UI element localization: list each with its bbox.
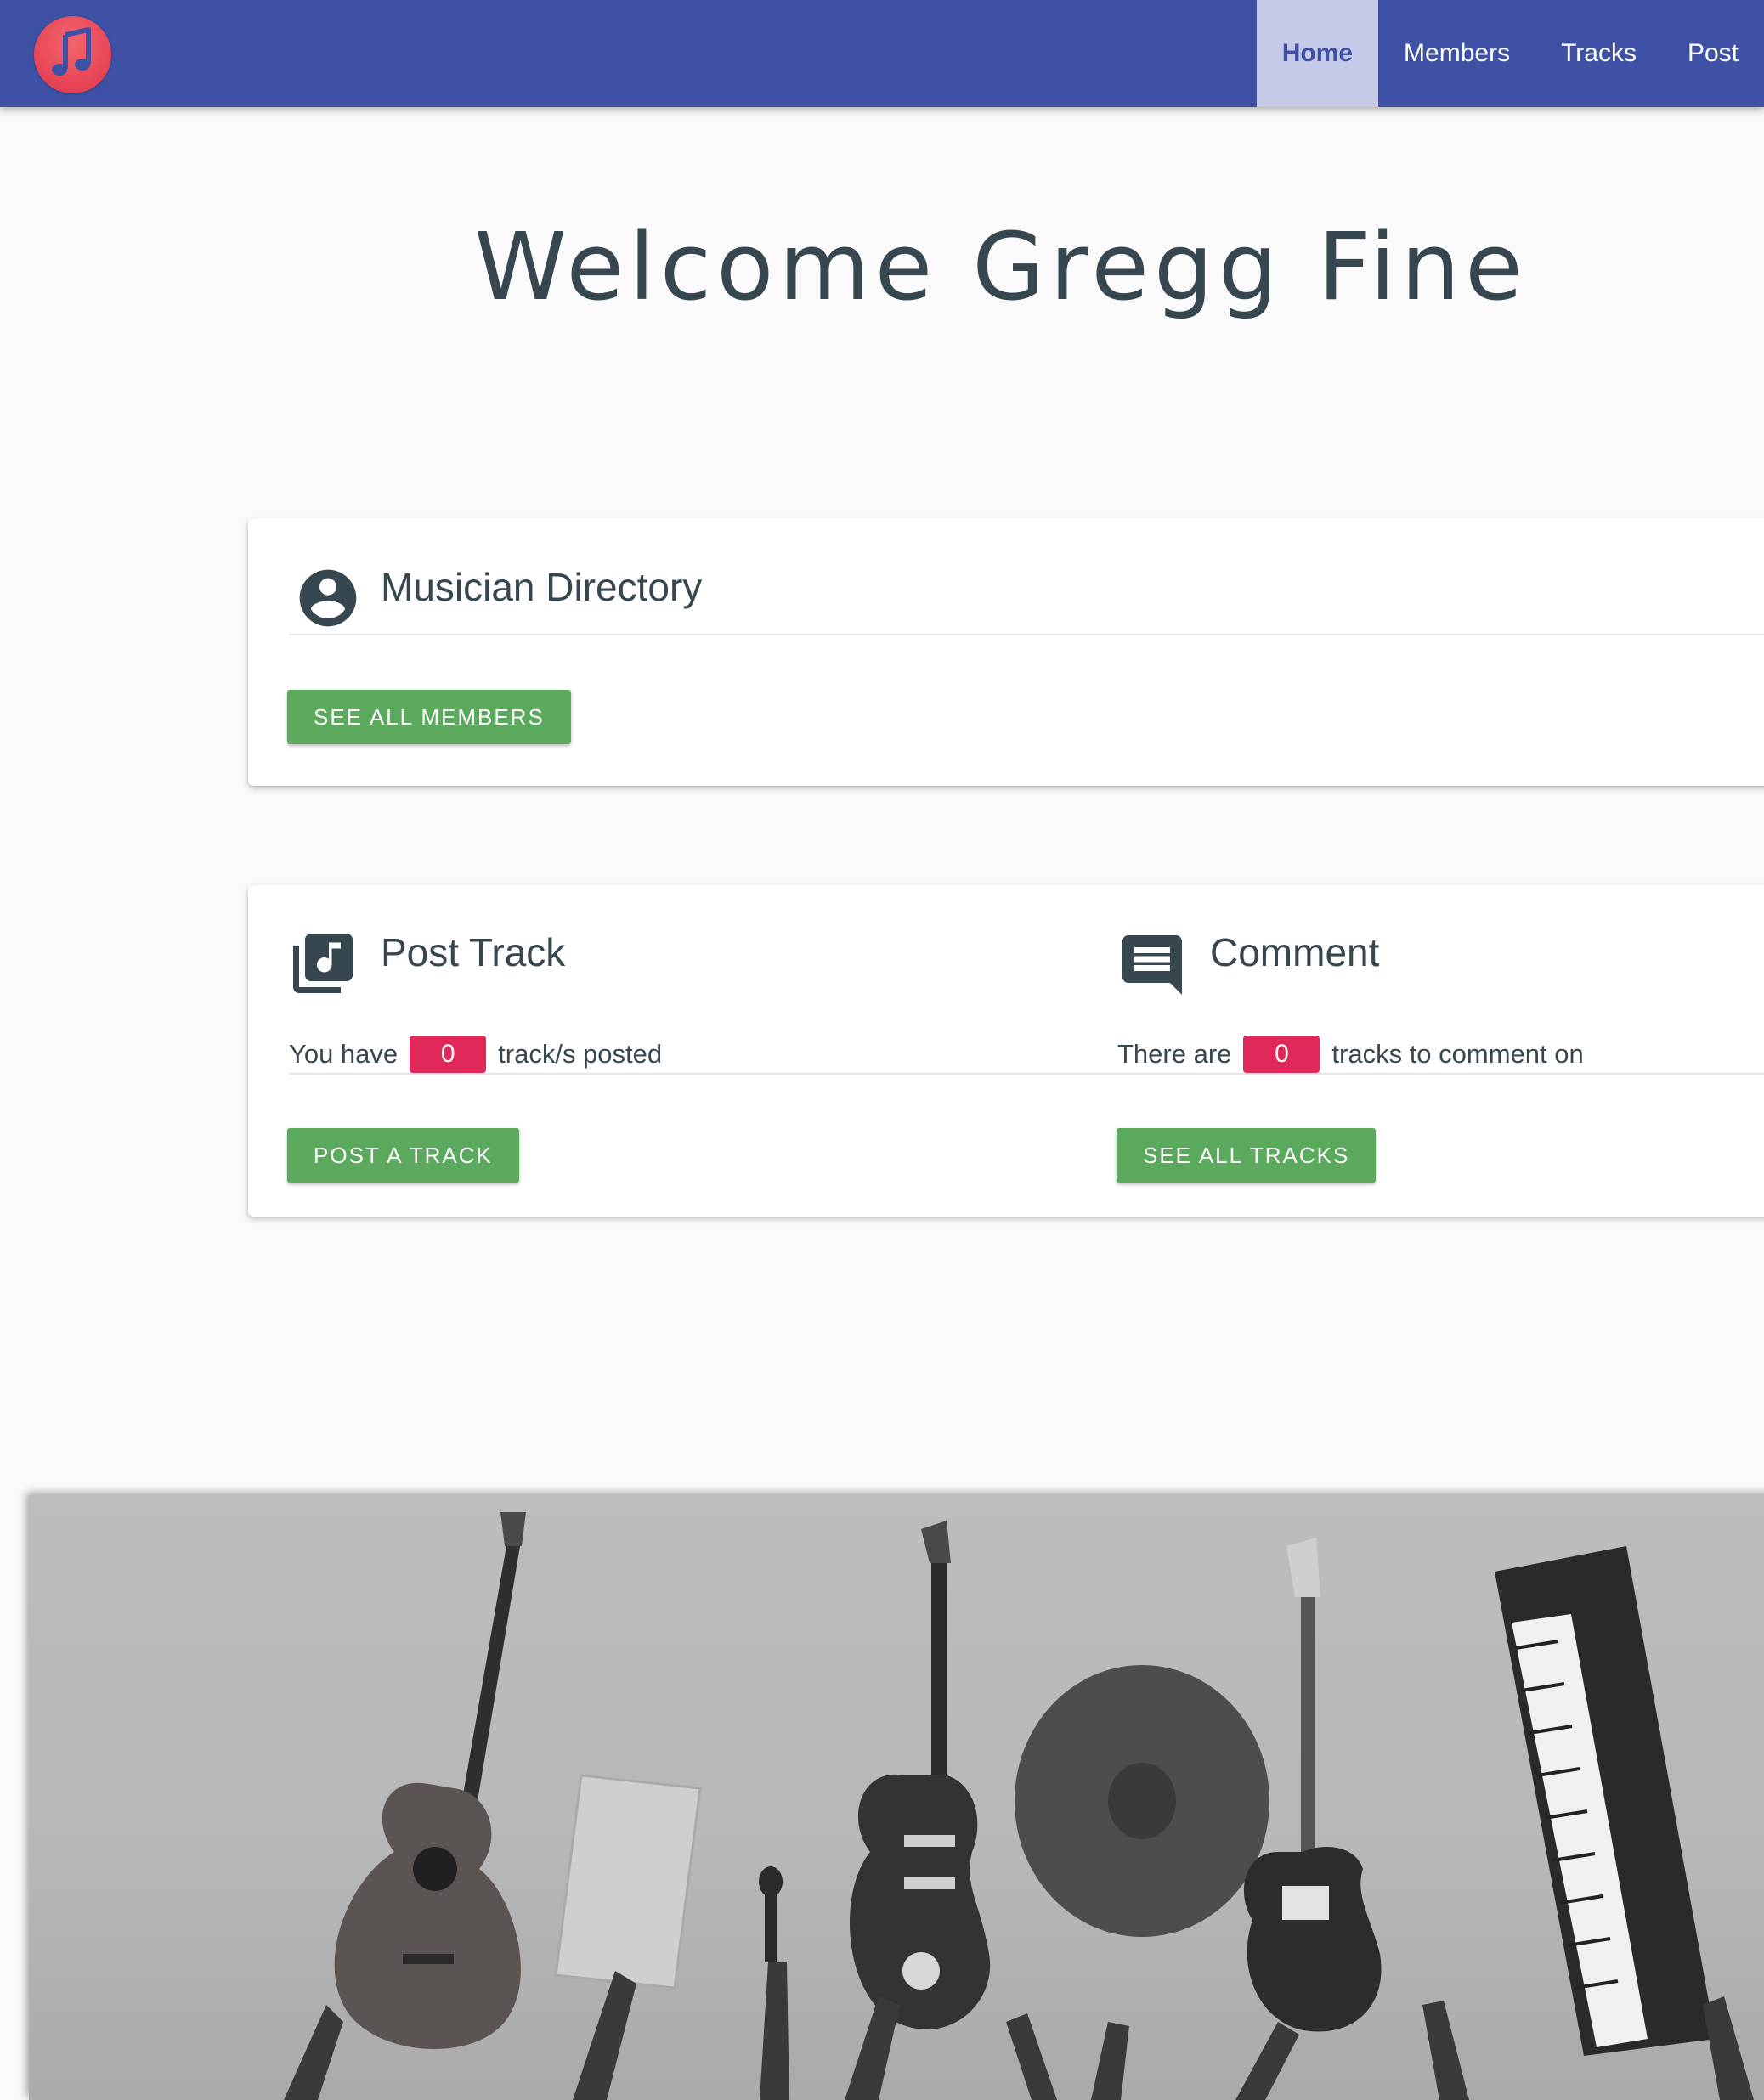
nav-members[interactable]: Members [1378,0,1535,107]
posted-count-line: You have 0 track/s posted [289,1036,662,1073]
comment-title: Comment [1210,930,1380,974]
comment-count-badge: 0 [1243,1036,1320,1073]
cymbal [1015,1665,1269,1937]
divider [289,634,1764,635]
directory-card: Musician Directory SEE ALL MEMBERS [248,518,1764,786]
laptop [554,1774,702,1990]
acoustic-guitar [334,1512,526,2050]
nav-menu: Home Members Tracks Post [1256,0,1764,107]
comment-icon [1122,935,1182,995]
tracks-card: Post Track You have 0 track/s posted POST … [248,885,1764,1217]
keyboard [1495,1546,1716,2056]
see-all-members-button[interactable]: SEE ALL MEMBERS [287,690,571,744]
hero-image [29,1495,1764,2100]
post-track-title: Post Track [381,930,566,974]
nav-tracks[interactable]: Tracks [1535,0,1662,107]
app-logo[interactable] [34,16,111,93]
nav-home[interactable]: Home [1256,0,1379,107]
page-title: Welcome Gregg Fine [474,212,1528,321]
posted-prefix: You have [289,1039,399,1069]
see-all-tracks-button[interactable]: SEE ALL TRACKS [1117,1128,1377,1183]
posted-count-badge: 0 [410,1036,487,1073]
music-note-icon [52,27,91,76]
posted-suffix: track/s posted [498,1039,663,1069]
comment-suffix: tracks to comment on [1331,1039,1584,1069]
post-a-track-button[interactable]: POST A TRACK [287,1128,519,1183]
library-music-icon [293,934,353,993]
comment-count-line: There are 0 tracks to comment on [1117,1036,1584,1073]
directory-title: Musician Directory [381,565,703,609]
account-circle-icon [299,569,357,627]
instruments-illustration [284,1512,1754,2100]
comment-prefix: There are [1117,1039,1232,1069]
navbar: Home Members Tracks Post [0,0,1764,107]
electric-guitar [850,1521,991,2029]
divider [289,1073,1764,1075]
microphone [759,1866,783,1962]
nav-post[interactable]: Post [1662,0,1764,107]
